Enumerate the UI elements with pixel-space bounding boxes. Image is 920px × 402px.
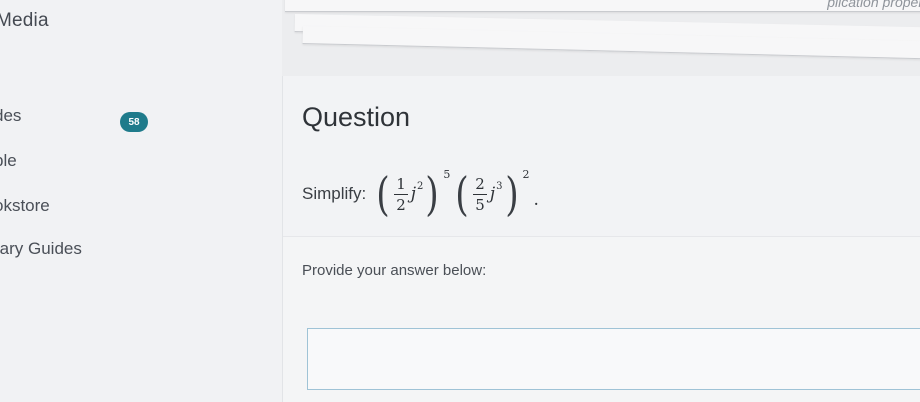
fraction: 2 5 bbox=[473, 175, 487, 214]
sidebar-item-library-guides[interactable]: rary Guides bbox=[0, 239, 82, 259]
math-expression: ( 1 2 j 2 ) 5 ( 2 5 j 3 ) 2 . bbox=[374, 167, 539, 221]
question-panel: Question Simplify: ( 1 2 j 2 ) 5 ( 2 5 j… bbox=[282, 76, 920, 402]
outer-exponent: 2 bbox=[522, 167, 530, 181]
answer-prompt: Provide your answer below: bbox=[302, 262, 487, 279]
sidebar-item-label: des bbox=[0, 106, 22, 125]
sidebar-item-bookstore[interactable]: okstore bbox=[0, 196, 50, 216]
variable: j bbox=[410, 184, 417, 204]
left-paren: ( bbox=[455, 167, 470, 221]
question-title: Question bbox=[302, 102, 411, 132]
denominator: 5 bbox=[475, 195, 485, 214]
section-divider bbox=[283, 236, 920, 237]
sidebar: Media des 58 ple okstore rary Guides bbox=[0, 0, 282, 402]
terminal-period: . bbox=[533, 190, 539, 210]
variable-exponent: 2 bbox=[417, 180, 424, 192]
left-paren: ( bbox=[376, 167, 390, 221]
stacked-cards: plication proper bbox=[285, 0, 920, 70]
question-body: Simplify: ( 1 2 j 2 ) 5 ( 2 5 j 3 ) 2 . bbox=[302, 164, 539, 224]
outer-exponent: 5 bbox=[443, 167, 451, 181]
denominator: 2 bbox=[396, 195, 406, 214]
sidebar-item-ple[interactable]: ple bbox=[0, 151, 17, 171]
sidebar-header: Media bbox=[0, 10, 49, 31]
sidebar-item-des[interactable]: des bbox=[0, 106, 21, 126]
answer-input[interactable] bbox=[307, 328, 920, 390]
card-corner-text: plication proper bbox=[827, 0, 920, 10]
right-paren: ) bbox=[425, 167, 440, 221]
count-badge: 58 bbox=[120, 112, 148, 132]
sidebar-item-label: ple bbox=[0, 151, 17, 170]
fraction: 1 2 bbox=[394, 175, 408, 214]
variable: j bbox=[489, 184, 496, 204]
right-paren: ) bbox=[504, 167, 519, 221]
sidebar-item-label: okstore bbox=[0, 196, 50, 215]
sidebar-item-label: rary Guides bbox=[0, 239, 82, 258]
prompt-label: Simplify: bbox=[302, 184, 367, 203]
stacked-card[interactable] bbox=[285, 0, 920, 12]
numerator: 2 bbox=[473, 174, 487, 195]
variable-exponent: 3 bbox=[496, 180, 503, 192]
numerator: 1 bbox=[394, 174, 408, 195]
